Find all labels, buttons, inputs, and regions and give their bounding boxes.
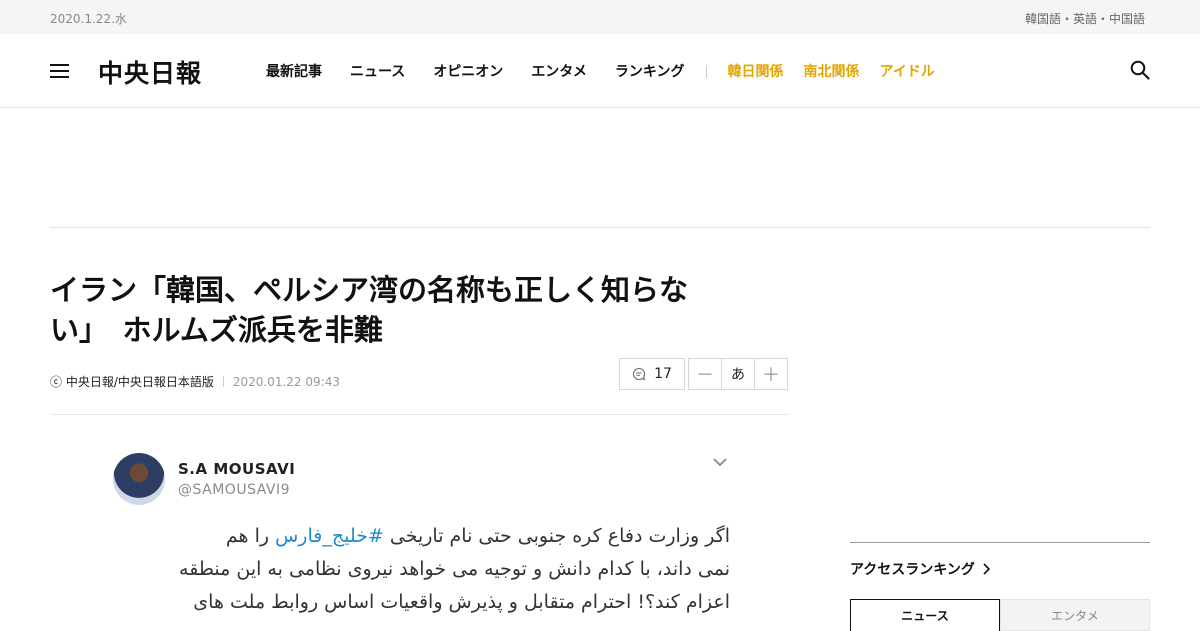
nav-item-entertainment[interactable]: エンタメ: [531, 61, 587, 81]
chevron-right-icon: [983, 563, 990, 575]
nav-item-north-south[interactable]: 南北関係: [804, 61, 860, 81]
article-headline: イラン「韓国、ペルシア湾の名称も正しく知らな い」 ホルムズ派兵を非難: [50, 270, 770, 350]
tab-news[interactable]: ニュース: [850, 599, 1000, 631]
minus-icon: －: [696, 365, 714, 386]
source-credit: ⓒ 中央日報/中央日報日本語版: [50, 375, 214, 389]
search-icon[interactable]: [1130, 60, 1150, 80]
comment-count: 17: [654, 366, 672, 382]
divider: [50, 227, 1150, 228]
nav-item-japan-korea[interactable]: 韓日関係: [728, 61, 784, 81]
top-utility-bar: 2020.1.22.水 韓国語・英語・中国語: [0, 0, 1200, 34]
tweet-hashtag: #خلیج_فارس: [275, 525, 384, 547]
tweet-line-1-prefix: اگر وزارت دفاع کره جنوبی حتی نام تاریخی: [383, 525, 730, 547]
byline-divider: [222, 376, 224, 387]
tweet-author-name: S.A MOUSAVI: [178, 460, 296, 478]
divider: [50, 414, 790, 415]
current-date: 2020.1.22.水: [50, 12, 127, 26]
font-size-label: あ: [731, 367, 745, 383]
comment-icon: [633, 367, 646, 381]
publish-timestamp: 2020.01.22 09:43: [232, 374, 340, 389]
embedded-tweet-image: S.A MOUSAVI @SAMOUSAVI9 اگر وزارت دفاع ک…: [110, 440, 750, 630]
site-logo[interactable]: 中央日報: [98, 54, 202, 90]
headline-line-1: イラン「韓国、ペルシア湾の名称も正しく知らな: [50, 273, 689, 307]
ranking-title: アクセスランキング: [850, 562, 975, 578]
nav-item-idol[interactable]: アイドル: [880, 61, 935, 81]
avatar: [113, 453, 165, 505]
font-decrease-button[interactable]: －: [688, 358, 722, 390]
comment-button[interactable]: 17: [619, 358, 685, 390]
ranking-divider: [850, 542, 1150, 543]
font-increase-button[interactable]: ＋: [754, 358, 788, 390]
nav-item-latest[interactable]: 最新記事: [266, 61, 322, 81]
nav-item-opinion[interactable]: オピニオン: [433, 61, 503, 81]
ranking-heading-link[interactable]: アクセスランキング: [850, 559, 991, 579]
hamburger-menu-icon[interactable]: [50, 64, 69, 78]
chevron-down-icon: [713, 458, 727, 467]
site-header: 中央日報 最新記事 ニュース オピニオン エンタメ ランキング 韓日関係 南北関…: [0, 34, 1200, 108]
article-byline: ⓒ 中央日報/中央日報日本語版 2020.01.22 09:43: [50, 373, 340, 390]
nav-item-news[interactable]: ニュース: [350, 61, 405, 81]
tab-entertainment[interactable]: エンタメ: [1000, 599, 1150, 631]
ranking-tabs: ニュース エンタメ: [850, 599, 1150, 631]
headline-line-2: い」 ホルムズ派兵を非難: [50, 313, 383, 347]
nav-item-ranking[interactable]: ランキング: [615, 61, 685, 81]
tweet-text: اگر وزارت دفاع کره جنوبی حتی نام تاریخی …: [140, 520, 730, 619]
article-tools: 17 － あ ＋: [619, 358, 788, 390]
font-size-indicator: あ: [721, 358, 755, 390]
language-links[interactable]: 韓国語・英語・中国語: [1025, 10, 1145, 27]
tweet-author-handle: @SAMOUSAVI9: [178, 482, 291, 498]
nav-divider: [705, 64, 707, 78]
tweet-line-1-suffix: را هم: [225, 525, 276, 547]
ad-banner-space: [0, 108, 1200, 226]
tweet-line-3: اعزام کند؟! احترام متقابل و پذیرش واقعیا…: [193, 591, 730, 613]
tweet-line-2: نمی داند، با کدام دانش و توجیه می خواهد …: [179, 558, 730, 580]
plus-icon: ＋: [762, 365, 780, 386]
main-nav: 最新記事 ニュース オピニオン エンタメ ランキング 韓日関係 南北関係 アイド…: [266, 61, 955, 81]
